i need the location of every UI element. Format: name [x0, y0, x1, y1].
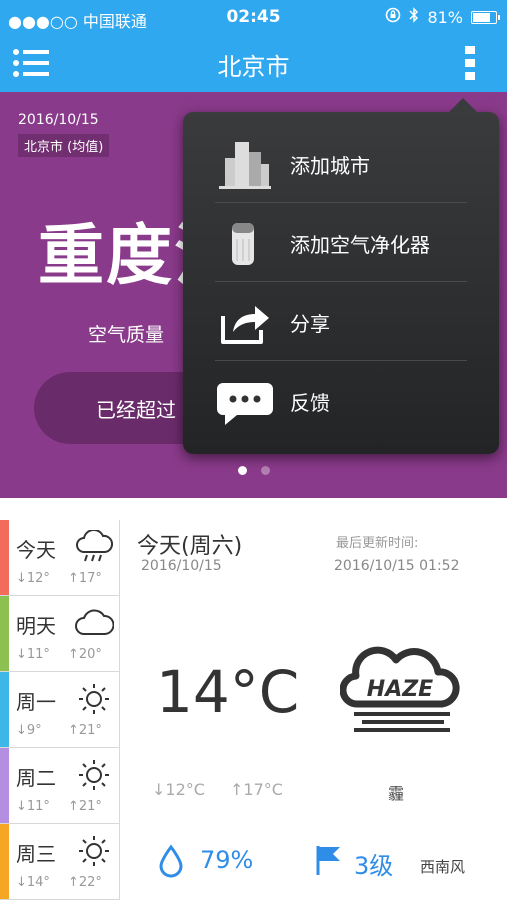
haze-label: HAZE [367, 677, 433, 702]
cloud-icon [74, 606, 115, 640]
day-name: 明天 [16, 614, 56, 638]
share-icon [217, 296, 273, 348]
page-dot-1[interactable] [237, 466, 247, 475]
day-color-bar [0, 824, 9, 899]
air-purifier-icon [217, 217, 273, 269]
forecast-day-mon[interactable]: 周一 ↓9° ↑21° [0, 672, 120, 748]
nav-bar: 北京市 [0, 34, 507, 92]
sun-icon [74, 758, 114, 792]
menu-label: 添加空气净化器 [290, 233, 430, 257]
sun-icon [74, 682, 114, 716]
location-selector[interactable]: 北京市 (均值) [18, 134, 110, 157]
menu-label: 添加城市 [290, 154, 370, 178]
humidity-drop-icon [158, 844, 184, 878]
weather-section: 今天 ↓12° ↑17° 明天 ↓11° ↑20° 周一 ↓9° ↑21° 周二… [0, 498, 507, 900]
day-high: ↑20° [68, 647, 102, 662]
menu-item-feedback[interactable]: 反馈 [215, 361, 467, 440]
lock-rotation-icon [385, 7, 401, 27]
status-right: 81% [385, 7, 500, 27]
forecast-list: 今天 ↓12° ↑17° 明天 ↓11° ↑20° 周一 ↓9° ↑21° 周二… [0, 520, 120, 900]
day-low: ↓12° [16, 571, 50, 586]
day-color-bar [0, 520, 9, 595]
day-high: ↑17° [68, 571, 102, 586]
wind-direction: 西南风 [420, 858, 466, 876]
battery-percent: 81% [427, 7, 463, 27]
feedback-chat-icon [217, 375, 273, 427]
updated-time: 2016/10/15 01:52 [334, 558, 460, 574]
day-color-bar [0, 748, 9, 823]
day-low: ↓14° [16, 875, 50, 890]
today-date: 2016/10/15 [141, 558, 222, 574]
sun-icon [74, 834, 114, 868]
day-name: 周一 [16, 690, 56, 714]
menu-item-add-purifier[interactable]: 添加空气净化器 [215, 203, 467, 282]
aqi-pill-text: 已经超过 [96, 398, 176, 422]
day-name: 周二 [16, 766, 56, 790]
day-low: ↓11° [16, 647, 50, 662]
today-high: ↑17°C [230, 780, 283, 799]
day-color-bar [0, 672, 9, 747]
page-indicator [0, 466, 507, 475]
day-high: ↑21° [68, 723, 102, 738]
day-low: ↓11° [16, 799, 50, 814]
day-high: ↑22° [68, 875, 102, 890]
page-dot-2[interactable] [260, 466, 270, 475]
page-title: 北京市 [217, 53, 290, 81]
updated-label: 最后更新时间: [336, 536, 419, 551]
day-low: ↓9° [16, 723, 42, 738]
more-button[interactable] [463, 44, 477, 82]
current-temperature: 14°C [156, 658, 300, 726]
aqi-date: 2016/10/15 [18, 112, 99, 128]
city-buildings-icon [217, 138, 273, 190]
menu-label: 分享 [290, 312, 330, 336]
menu-item-share[interactable]: 分享 [215, 282, 467, 361]
today-title: 今天(周六) [137, 534, 243, 559]
forecast-day-tomorrow[interactable]: 明天 ↓11° ↑20° [0, 596, 120, 672]
bluetooth-icon [409, 7, 419, 27]
status-bar: ●●●○○ 中国联通 02:45 81% [0, 0, 507, 34]
haze-icon: HAZE [339, 636, 460, 736]
day-high: ↑21° [68, 799, 102, 814]
rain-cloud-icon [74, 528, 114, 564]
humidity-value: 79% [200, 846, 254, 874]
today-low: ↓12°C [152, 780, 205, 799]
battery-fill [473, 12, 490, 22]
day-color-bar [0, 596, 9, 671]
wind-level: 3级 [354, 852, 394, 880]
more-vertical-icon [465, 46, 475, 80]
menu-item-add-city[interactable]: 添加城市 [215, 124, 467, 203]
battery-icon [471, 10, 500, 24]
wind-flag-icon [314, 844, 342, 876]
options-dropdown: 添加城市 添加空气净化器 分享 反馈 [183, 98, 499, 454]
forecast-day-tue[interactable]: 周二 ↓11° ↑21° [0, 748, 120, 824]
forecast-day-wed[interactable]: 周三 ↓14° ↑22° [0, 824, 120, 900]
forecast-day-today[interactable]: 今天 ↓12° ↑17° [0, 520, 120, 596]
aqi-quality-label: 空气质量 [88, 324, 165, 346]
day-name: 周三 [16, 842, 56, 866]
menu-label: 反馈 [290, 391, 330, 415]
day-name: 今天 [16, 538, 56, 562]
condition-label: 霾 [388, 784, 405, 803]
